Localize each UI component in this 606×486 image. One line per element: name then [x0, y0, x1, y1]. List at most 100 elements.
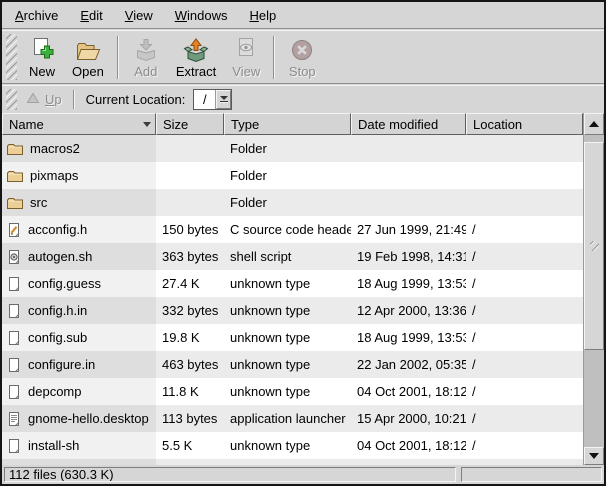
column-header-name[interactable]: Name — [2, 113, 156, 135]
cell-date: 18 Aug 1999, 13:53 — [351, 270, 466, 297]
up-button: Up — [20, 89, 68, 110]
cell-type: shell script — [224, 243, 351, 270]
statusbar: 112 files (630.3 K) — [2, 465, 604, 484]
location-bar: Up Current Location: / — [2, 86, 604, 113]
up-button-label: Up — [45, 92, 62, 107]
column-header-date-modified[interactable]: Date modified — [351, 113, 466, 135]
file-name: install-sh — [28, 438, 79, 453]
statusbar-file-count: 112 files (630.3 K) — [4, 467, 456, 482]
new-archive-icon — [28, 35, 56, 63]
combo-dropdown-icon[interactable] — [216, 90, 231, 109]
column-header-label: Location — [473, 117, 522, 132]
scrollbar-grip-icon — [590, 241, 599, 251]
new-button[interactable]: New — [20, 33, 64, 82]
cell-date: 12 Apr 2000, 13:36 — [351, 297, 466, 324]
file-row[interactable]: macros2 Folder — [2, 135, 583, 162]
cell-size — [156, 189, 224, 216]
file-row[interactable]: config.h.in332 bytesunknown type12 Apr 2… — [2, 297, 583, 324]
file-row[interactable]: install-sh5.5 Kunknown type04 Oct 2001, … — [2, 432, 583, 459]
cell-date: 04 Oct 2001, 18:12 — [351, 432, 466, 459]
cell-name: config.h.in — [2, 297, 156, 324]
scrollbar-down-button[interactable] — [584, 447, 604, 465]
cell-type: unknown type — [224, 378, 351, 405]
view-button: View — [224, 33, 268, 82]
file-name: gnome-hello.desktop — [28, 411, 149, 426]
cell-location: / — [466, 432, 583, 459]
cell-name: depcomp — [2, 378, 156, 405]
cell-location — [466, 135, 583, 162]
open-button[interactable]: Open — [64, 33, 112, 82]
column-header-label: Date modified — [358, 117, 438, 132]
document-icon — [6, 276, 22, 292]
cell-date: 27 Jun 1999, 21:49 — [351, 216, 466, 243]
file-row[interactable]: config.sub19.8 Kunknown type18 Aug 1999,… — [2, 324, 583, 351]
scrollbar-track[interactable] — [584, 135, 604, 447]
column-headers: NameSizeType Date modified Location — [2, 113, 583, 135]
cell-type: unknown type — [224, 324, 351, 351]
cell-type: application launcher — [224, 405, 351, 432]
view-file-icon — [232, 35, 260, 63]
cell-type: Folder — [224, 162, 351, 189]
document-icon — [6, 357, 22, 373]
archive-manager-window: Archive Edit View Windows Help NewOpenAd… — [0, 0, 606, 486]
cell-size: 113 bytes — [156, 405, 224, 432]
menu-view[interactable]: View — [114, 5, 164, 26]
locationbar-drag-handle[interactable] — [6, 89, 17, 110]
scrollbar-up-button[interactable] — [584, 113, 604, 135]
document-icon — [6, 465, 22, 466]
cell-date: 22 Jan 2002, 05:35 — [351, 351, 466, 378]
folder-icon — [6, 168, 24, 184]
cell-date: 04 Oct 2001, 18:12 — [351, 378, 466, 405]
file-row[interactable]: srcFolder — [2, 189, 583, 216]
toolbar-button-label: New — [29, 64, 55, 79]
file-name: config.h.in — [28, 303, 87, 318]
file-row[interactable]: acconfig.h150 bytesC source code header2… — [2, 216, 583, 243]
document-icon — [6, 330, 22, 346]
cell-location: / — [466, 216, 583, 243]
current-location-select[interactable]: / — [193, 89, 232, 110]
file-row[interactable]: configure.in463 bytesunknown type22 Jan … — [2, 351, 583, 378]
cell-type: Folder — [224, 135, 351, 162]
cell-name: install-sh — [2, 432, 156, 459]
file-name: config.sub — [28, 330, 87, 345]
extract-button[interactable]: Extract — [168, 33, 224, 82]
cell-type — [224, 459, 351, 465]
file-row[interactable]: config.guess27.4 Kunknown type18 Aug 199… — [2, 270, 583, 297]
file-name: macros2 — [30, 141, 80, 156]
cell-location — [466, 162, 583, 189]
toolbar-button-label: View — [232, 64, 260, 79]
menubar: Archive Edit View Windows Help — [2, 2, 604, 28]
file-row[interactable]: depcomp 11.8 Kunknown type04 Oct 2001, 18… — [2, 378, 583, 405]
cell-date — [351, 135, 466, 162]
scrollbar-thumb[interactable] — [584, 142, 604, 350]
file-row[interactable]: autogen.sh363 bytesshell script19 Feb 19… — [2, 243, 583, 270]
toolbar-drag-handle[interactable] — [6, 34, 17, 80]
cell-location: / — [466, 351, 583, 378]
cell-location: / — [466, 270, 583, 297]
menu-windows[interactable]: Windows — [164, 5, 239, 26]
open-archive-icon — [74, 35, 102, 63]
folder-icon — [6, 195, 24, 211]
column-header-type[interactable]: Type — [224, 113, 351, 135]
cell-size: 463 bytes — [156, 351, 224, 378]
file-name: configure.in — [28, 357, 95, 372]
extract-icon — [182, 35, 210, 63]
column-header-location[interactable]: Location — [466, 113, 583, 135]
cell-size: 11.8 K — [156, 378, 224, 405]
cell-name: config.guess — [2, 270, 156, 297]
menu-help[interactable]: Help — [238, 5, 287, 26]
file-name: depcomp — [28, 384, 81, 399]
cell-type: unknown type — [224, 297, 351, 324]
column-header-size[interactable]: Size — [156, 113, 224, 135]
cell-name: autogen.sh — [2, 243, 156, 270]
menu-edit[interactable]: Edit — [69, 5, 113, 26]
vertical-scrollbar — [583, 113, 604, 465]
file-row[interactable]: gnome-hello.desktop 113 bytesapplication … — [2, 405, 583, 432]
cell-location: / — [466, 378, 583, 405]
document-icon — [6, 438, 22, 454]
menu-archive[interactable]: Archive — [4, 5, 69, 26]
separator — [117, 36, 119, 79]
file-row[interactable] — [2, 459, 583, 465]
folder-icon — [6, 141, 24, 157]
file-row[interactable]: pixmapsFolder — [2, 162, 583, 189]
